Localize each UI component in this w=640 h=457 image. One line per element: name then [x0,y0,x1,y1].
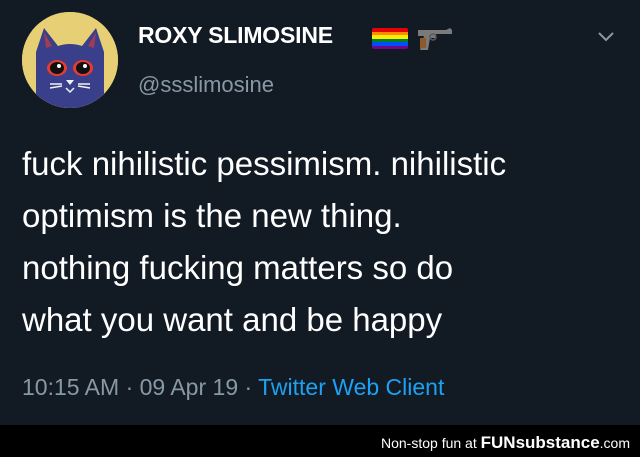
tweet-text-line: fuck nihilistic pessimism. nihilistic [22,145,507,182]
tweet-text-line: what you want and be happy [22,301,443,338]
meta-separator: · [125,374,134,400]
tweet-source-link[interactable]: Twitter Web Client [258,374,444,400]
meta-separator: · [244,374,253,400]
tweet-card: ROXY SLIMOSINE @ssslimosine fuck nihilis… [0,0,640,425]
tweet-time[interactable]: 10:15 AM [22,374,119,400]
cat-avatar-icon[interactable] [22,12,118,108]
watermark-prefix: Non-stop fun at [381,435,477,451]
tweet-text: fuck nihilistic pessimism. nihilistic op… [22,138,626,346]
tweet-text-line: nothing fucking matters so do [22,249,454,286]
user-handle[interactable]: @ssslimosine [138,72,274,98]
chevron-down-icon[interactable] [596,30,616,44]
rainbow-flag-icon [372,28,408,49]
gun-icon [418,28,452,50]
watermark-text: Non-stop fun at FUNsubstance.com [381,433,630,453]
tweet-text-line: optimism is the new thing. [22,197,402,234]
tweet-meta: 10:15 AM · 09 Apr 19 · Twitter Web Clien… [22,374,444,401]
display-name[interactable]: ROXY SLIMOSINE [138,22,333,49]
watermark-bar: Non-stop fun at FUNsubstance.com [0,425,640,457]
watermark-brand: FUNsubstance [480,433,600,452]
watermark-suffix: .com [599,435,630,451]
tweet-date[interactable]: 09 Apr 19 [140,374,238,400]
